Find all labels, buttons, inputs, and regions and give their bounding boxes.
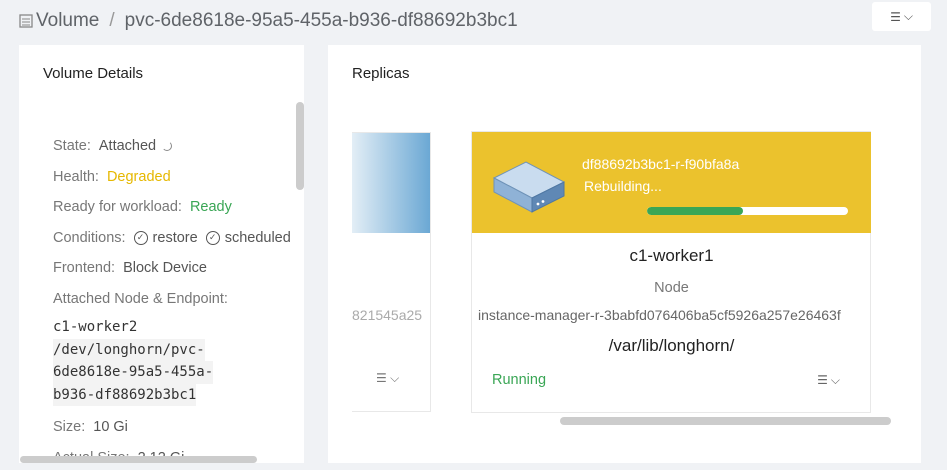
replica-status: Rebuilding...: [584, 178, 662, 194]
endpoint-node: c1-worker2: [53, 319, 138, 335]
endpoint-path-line: b936-df88692b3bc1: [53, 383, 197, 406]
replica-banner: df88692b3bc1-r-f90bfa8a Rebuilding...: [472, 132, 871, 233]
conditions-row: Conditions: ✓ restore ✓ scheduled: [53, 223, 304, 254]
check-circle-icon: ✓: [205, 230, 220, 245]
volume-actions-button[interactable]: ☰ ⌵: [872, 2, 931, 31]
replica-name: df88692b3bc1-r-f90bfa8a: [582, 156, 740, 172]
list-icon: ☰: [376, 371, 387, 385]
conditions-label: Conditions:: [53, 229, 126, 246]
replica-node-name: c1-worker1: [629, 246, 714, 265]
detail-list: State: Attached Health: Degraded Ready f…: [53, 131, 304, 463]
chevron-down-icon: ⌵: [830, 372, 840, 387]
replica-instance-manager: instance-manager-r-3babfd076406ba5cf5926…: [478, 307, 841, 323]
volume-details-title: Volume Details: [43, 65, 144, 82]
size-value: 10 Gi: [93, 419, 128, 436]
health-value: Degraded: [106, 168, 171, 185]
frontend-label: Frontend:: [53, 260, 116, 277]
size-label: Size:: [53, 419, 86, 436]
disk-icon: [492, 161, 566, 213]
replica-data-path: /var/lib/longhorn/: [608, 336, 735, 355]
replica-menu-button[interactable]: ☰ ⌵: [376, 371, 399, 386]
list-icon: ☰: [890, 9, 901, 24]
replicas-horizontal-scrollbar[interactable]: [560, 417, 891, 425]
replica-node-label: Node: [654, 280, 689, 296]
endpoint-label: Attached Node & Endpoint:: [53, 290, 228, 307]
list-icon: ☰: [817, 373, 828, 387]
check-circle-icon: ✓: [133, 230, 148, 245]
chevron-down-icon: ⌵: [390, 371, 400, 385]
ready-label: Ready for workload:: [53, 199, 182, 216]
frontend-value: Block Device: [123, 260, 207, 277]
state-row: State: Attached: [53, 131, 304, 162]
replica-run-status: Running: [492, 372, 547, 388]
volume-details-panel: Volume Details State: Attached Health: D…: [19, 45, 304, 463]
breadcrumb-section[interactable]: Volume: [36, 10, 99, 32]
size-row: Size: 10 Gi: [53, 412, 304, 443]
details-horizontal-scrollbar[interactable]: [20, 456, 257, 463]
endpoint-row: Attached Node & Endpoint:: [53, 284, 304, 315]
endpoint-value: c1-worker2 /dev/longhorn/pvc- 6de8618e-9…: [53, 316, 304, 406]
volume-name: pvc-6de8618e-95a5-455a-b936-df88692b3bc1: [124, 10, 518, 31]
endpoint-path-line: 6de8618e-95a5-455a-: [53, 361, 214, 384]
frontend-row: Frontend: Block Device: [53, 253, 304, 284]
replica-banner: [352, 133, 430, 233]
rebuild-progress-fill: [647, 207, 744, 215]
breadcrumb: Volume / pvc-6de8618e-95a5-455a-b936-df8…: [18, 8, 518, 34]
rebuild-progress-bar: [647, 207, 848, 215]
replica-instance-partial: 821545a25: [352, 307, 423, 323]
volume-icon: [19, 14, 33, 28]
details-vertical-scrollbar[interactable]: [296, 102, 304, 190]
health-label: Health:: [53, 168, 99, 185]
endpoint-path-line: /dev/longhorn/pvc-: [53, 338, 205, 361]
health-row: Health: Degraded: [53, 162, 304, 193]
replicas-title: Replicas: [352, 65, 410, 82]
condition-restore: ✓ restore: [133, 230, 198, 246]
loading-icon: [162, 141, 173, 152]
state-label: State:: [53, 138, 91, 155]
condition-scheduled: ✓ scheduled: [205, 230, 291, 246]
replica-menu-button[interactable]: ☰ ⌵: [801, 366, 856, 394]
replica-card: df88692b3bc1-r-f90bfa8a Rebuilding... c1…: [471, 131, 871, 413]
breadcrumb-separator: /: [109, 10, 115, 31]
replica-card-partial: 821545a25 ☰ ⌵: [352, 132, 431, 412]
chevron-down-icon: ⌵: [903, 9, 913, 23]
state-value: Attached: [98, 138, 157, 155]
ready-row: Ready for workload: Ready: [53, 192, 304, 223]
ready-value: Ready: [189, 199, 232, 216]
